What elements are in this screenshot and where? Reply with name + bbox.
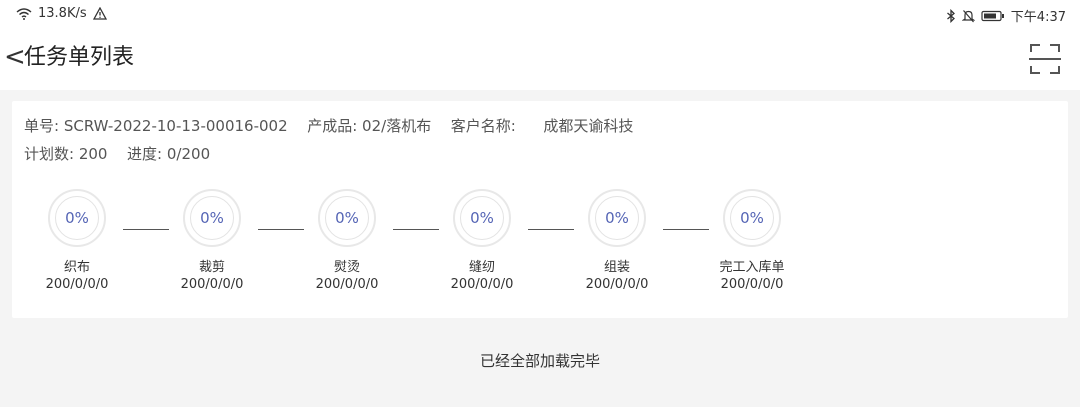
warning-icon <box>92 7 107 20</box>
step-cutting[interactable]: 0% 裁剪 200/0/0/0 <box>152 189 272 292</box>
order-no: SCRW-2022-10-13-00016-002 <box>63 117 288 135</box>
customer-label: 客户名称: <box>450 117 516 135</box>
app-bar: < 任务单列表 <box>0 28 1080 90</box>
step-name: 完工入库单 <box>719 260 785 275</box>
step-count: 200/0/0/0 <box>45 277 109 292</box>
step-count: 200/0/0/0 <box>450 277 514 292</box>
progress-ring: 0% <box>183 189 241 247</box>
step-ironing[interactable]: 0% 熨烫 200/0/0/0 <box>287 189 407 292</box>
progress-ring: 0% <box>588 189 646 247</box>
step-weaving[interactable]: 0% 织布 200/0/0/0 <box>17 189 137 292</box>
progress-value: 0/200 <box>166 145 211 163</box>
step-name: 织布 <box>63 260 90 275</box>
progress-ring: 0% <box>723 189 781 247</box>
bluetooth-icon <box>946 8 955 23</box>
product: 02/落机布 <box>362 117 432 135</box>
step-sewing[interactable]: 0% 缝纫 200/0/0/0 <box>422 189 542 292</box>
page-title: 任务单列表 <box>24 45 135 70</box>
clock: 下午4:37 <box>1010 10 1066 25</box>
step-percent: 0% <box>55 196 99 240</box>
step-name: 裁剪 <box>198 260 225 275</box>
wifi-icon <box>16 8 32 20</box>
step-percent: 0% <box>325 196 369 240</box>
step-completion-warehousing[interactable]: 0% 完工入库单 200/0/0/0 <box>692 189 812 292</box>
task-info-line-2: 计划数: 200 进度: 0/200 <box>24 143 210 164</box>
step-count: 200/0/0/0 <box>720 277 784 292</box>
mute-icon <box>961 9 975 22</box>
network-speed: 13.8K/s <box>38 6 87 21</box>
step-count: 200/0/0/0 <box>315 277 379 292</box>
plan-label: 计划数: <box>24 145 75 163</box>
product-label: 产成品: <box>307 117 358 135</box>
progress-ring: 0% <box>48 189 106 247</box>
task-info-line-1: 单号: SCRW-2022-10-13-00016-002 产成品: 02/落机… <box>24 115 633 136</box>
step-count: 200/0/0/0 <box>585 277 649 292</box>
battery-icon <box>981 10 1004 21</box>
progress-ring: 0% <box>453 189 511 247</box>
step-name: 熨烫 <box>333 260 360 275</box>
load-complete-text: 已经全部加载完毕 <box>479 352 600 370</box>
step-percent: 0% <box>595 196 639 240</box>
step-percent: 0% <box>460 196 504 240</box>
status-left: 13.8K/s <box>16 6 107 21</box>
progress-label: 进度: <box>127 145 163 163</box>
back-button[interactable]: < <box>4 42 26 72</box>
step-percent: 0% <box>190 196 234 240</box>
step-assembly[interactable]: 0% 组装 200/0/0/0 <box>557 189 677 292</box>
order-no-label: 单号: <box>24 117 60 135</box>
progress-ring: 0% <box>318 189 376 247</box>
status-bar: 13.8K/s 下午4:37 <box>0 0 1080 28</box>
customer: 成都天谕科技 <box>543 117 634 135</box>
task-card[interactable]: 单号: SCRW-2022-10-13-00016-002 产成品: 02/落机… <box>12 101 1068 318</box>
plan-value: 200 <box>78 145 108 163</box>
step-percent: 0% <box>730 196 774 240</box>
status-right: 下午4:37 <box>946 6 1066 25</box>
step-count: 200/0/0/0 <box>180 277 244 292</box>
step-name: 缝纫 <box>468 260 495 275</box>
step-name: 组装 <box>603 260 630 275</box>
scan-icon[interactable] <box>1028 42 1062 76</box>
